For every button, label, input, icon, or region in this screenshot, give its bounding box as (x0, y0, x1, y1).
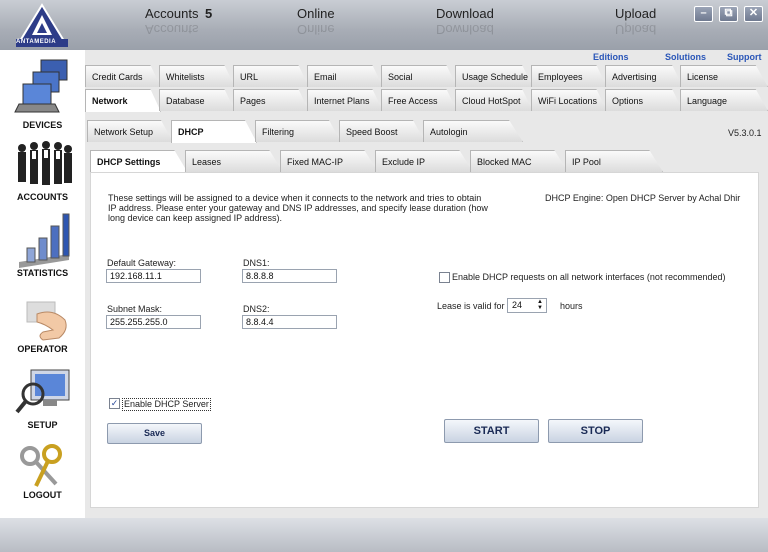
upload-reflection: Upload (615, 22, 657, 37)
sidebar-item-label: ACCOUNTS (17, 192, 68, 202)
editions-link[interactable]: Editions (593, 52, 629, 62)
sidebar-item-devices[interactable]: DEVICES (0, 58, 85, 130)
close-button[interactable]: ✕ (744, 6, 763, 22)
enable-dhcp-label: Enable DHCP Server (122, 398, 211, 411)
monitor-magnifier-icon (14, 369, 69, 414)
all-interfaces-label: Enable DHCP requests on all network inte… (452, 272, 726, 282)
tab-filtering[interactable]: Filtering (255, 120, 341, 142)
dns1-field[interactable]: 8.8.8.8 (242, 269, 337, 283)
lease-label: Lease is valid for (437, 301, 505, 311)
logo-text: ANTAMEDIA (16, 39, 57, 45)
tab-advertising[interactable]: Advertising (605, 65, 683, 87)
dns2-field[interactable]: 8.8.4.4 (242, 315, 337, 329)
gateway-field[interactable]: 192.168.11.1 (106, 269, 201, 283)
solutions-link[interactable]: Solutions (665, 52, 706, 62)
tab-database[interactable]: Database (159, 89, 235, 111)
tab-license[interactable]: License (680, 65, 768, 87)
computers-icon (13, 59, 67, 113)
tab-email[interactable]: Email (307, 65, 383, 87)
lease-value: 24 (512, 300, 523, 310)
support-link[interactable]: Support (727, 52, 762, 62)
lease-duration-stepper[interactable]: 24 ▲ ▼ (507, 298, 547, 313)
gateway-label: Default Gateway: (107, 258, 177, 268)
tab-speed-boost[interactable]: Speed Boost (339, 120, 425, 142)
tab-internet-plans[interactable]: Internet Plans (307, 89, 383, 111)
sidebar-item-statistics[interactable]: STATISTICS (0, 212, 85, 278)
sidebar-item-label: LOGOUT (23, 490, 62, 500)
dns2-label: DNS2: (243, 304, 270, 314)
sidebar-item-operator[interactable]: OPERATOR (0, 300, 85, 354)
people-icon (17, 141, 72, 185)
maximize-button[interactable]: ⧉ (719, 6, 738, 22)
sidebar-item-setup[interactable]: SETUP (0, 368, 85, 430)
tab-network-setup[interactable]: Network Setup (87, 120, 173, 142)
all-interfaces-checkbox[interactable] (439, 272, 450, 283)
tab-dhcp[interactable]: DHCP (171, 120, 257, 143)
tab-network[interactable]: Network (85, 89, 161, 112)
intro-text-line3: long device can keep assigned IP address… (108, 213, 282, 223)
checkmark-icon: ✓ (110, 398, 119, 408)
tab-exclude-ip[interactable]: Exclude IP (375, 150, 473, 172)
tab-ip-pool[interactable]: IP Pool (565, 150, 663, 172)
tab-credit-cards[interactable]: Credit Cards (85, 65, 161, 87)
dns1-label: DNS1: (243, 258, 270, 268)
online-status-label: Online (297, 6, 335, 21)
enable-dhcp-checkbox[interactable]: ✓ (109, 398, 120, 409)
sidebar-item-label: SETUP (27, 420, 58, 430)
tab-dhcp-settings[interactable]: DHCP Settings (90, 150, 188, 173)
accounts-reflection: Accounts (145, 22, 199, 37)
tab-blocked-mac[interactable]: Blocked MAC (470, 150, 568, 172)
tab-autologin[interactable]: Autologin (423, 120, 523, 142)
keys-icon (19, 444, 62, 487)
tab-url[interactable]: URL (233, 65, 309, 87)
hand-card-icon (26, 301, 67, 341)
tab-language[interactable]: Language (680, 89, 768, 111)
start-button[interactable]: START (444, 419, 539, 443)
download-status-label: Download (436, 6, 494, 21)
tab-usage-schedule[interactable]: Usage Schedule (455, 65, 533, 87)
accounts-status-label: Accounts (145, 6, 199, 21)
online-reflection: Online (297, 22, 335, 37)
tab-options[interactable]: Options (605, 89, 683, 111)
tab-cloud-hotspot[interactable]: Cloud HotSpot (455, 89, 533, 111)
tab-leases[interactable]: Leases (185, 150, 283, 172)
tab-fixed-mac-ip[interactable]: Fixed MAC-IP (280, 150, 378, 172)
bar-chart-icon (18, 213, 69, 268)
subnet-mask-field[interactable]: 255.255.255.0 (106, 315, 201, 329)
tab-employees[interactable]: Employees (531, 65, 607, 87)
spin-arrows-icon[interactable]: ▲ ▼ (537, 299, 543, 311)
status-bar (0, 518, 768, 552)
tab-whitelists[interactable]: Whitelists (159, 65, 235, 87)
sidebar-item-label: STATISTICS (16, 268, 69, 278)
save-button[interactable]: Save (107, 423, 202, 444)
sidebar-item-logout[interactable]: LOGOUT (0, 444, 85, 500)
sidebar-item-label: DEVICES (22, 120, 63, 130)
sidebar-item-label: OPERATOR (17, 344, 68, 354)
dhcp-engine-label: DHCP Engine: Open DHCP Server by Achal D… (545, 193, 741, 203)
download-reflection: Download (436, 22, 494, 37)
lease-unit-label: hours (560, 301, 583, 311)
upload-status-label: Upload (615, 6, 657, 21)
subnet-label: Subnet Mask: (107, 304, 163, 314)
minimize-button[interactable]: – (694, 6, 713, 22)
tab-social[interactable]: Social (381, 65, 457, 87)
accounts-count: 5 (205, 6, 213, 21)
version-label: V5.3.0.1 (728, 128, 762, 138)
tab-free-access[interactable]: Free Access (381, 89, 457, 111)
stop-button[interactable]: STOP (548, 419, 643, 443)
sidebar-item-accounts[interactable]: ACCOUNTS (0, 140, 85, 202)
tab-wifi-locations[interactable]: WiFi Locations (531, 89, 607, 111)
tab-pages[interactable]: Pages (233, 89, 309, 111)
